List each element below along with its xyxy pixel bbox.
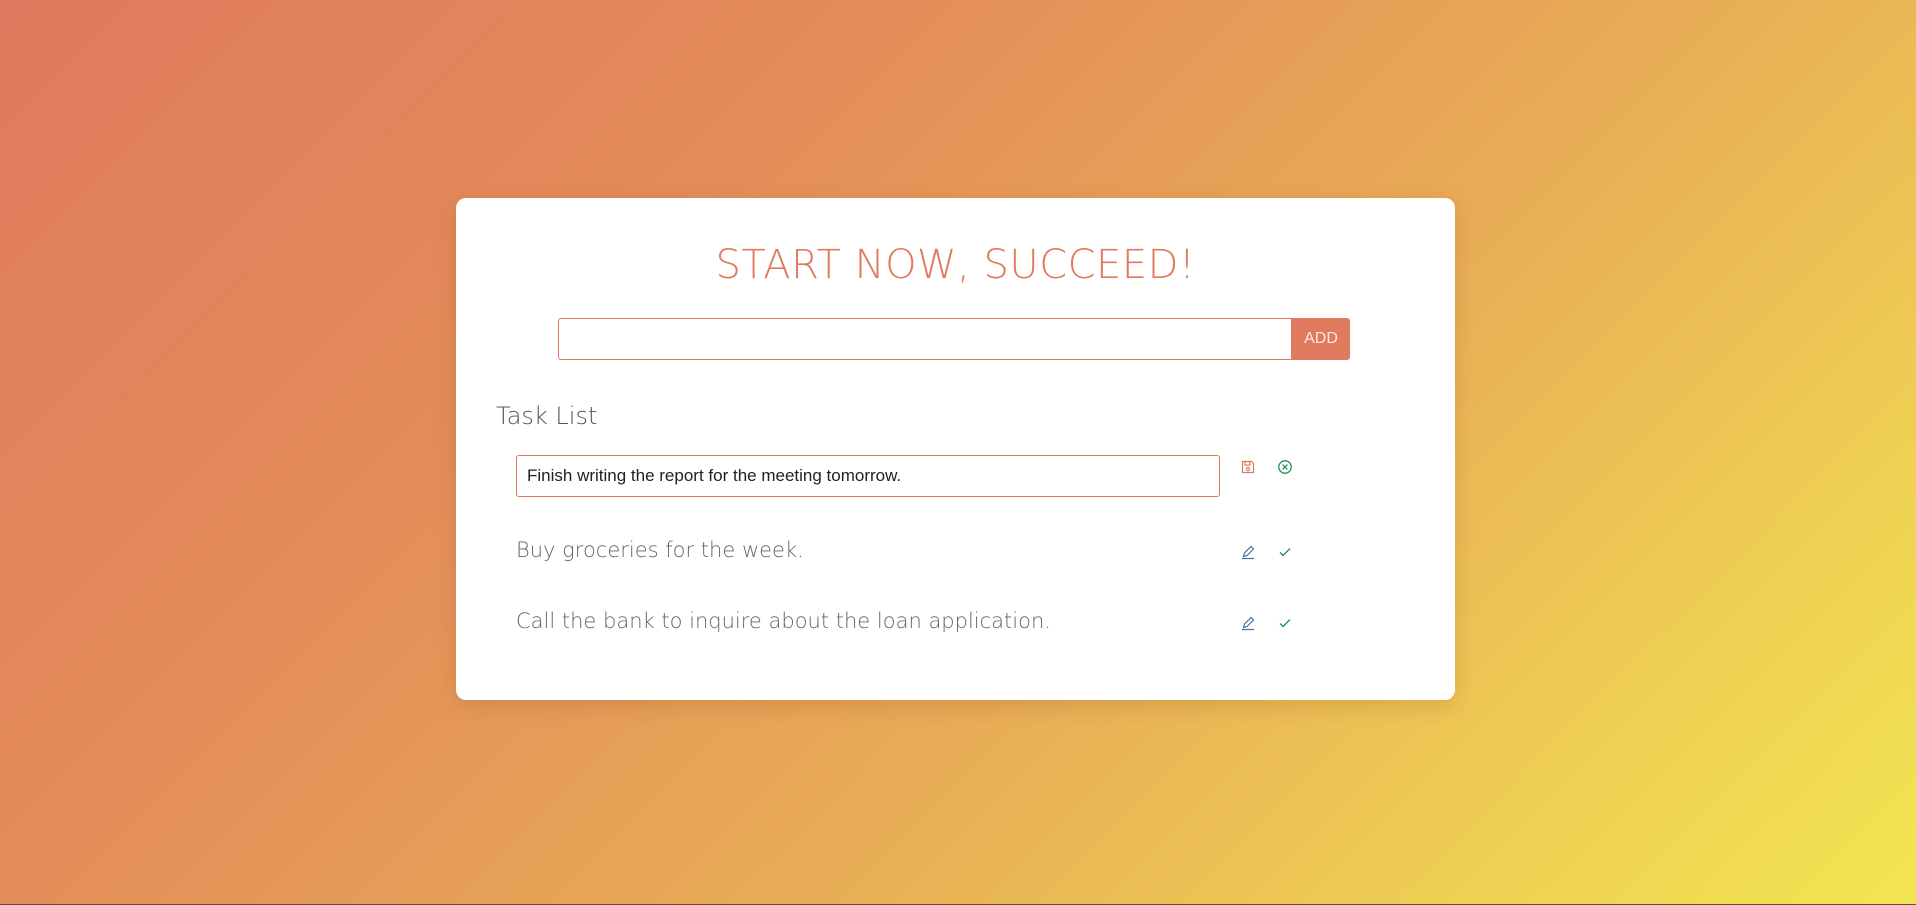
- save-icon[interactable]: [1237, 456, 1259, 478]
- task-edit-input[interactable]: [516, 455, 1220, 497]
- task-list-title: Task List: [496, 402, 598, 430]
- check-icon[interactable]: [1274, 612, 1296, 634]
- task-item: Call the bank to inquire about the loan …: [516, 601, 1296, 645]
- task-item: Buy groceries for the week.: [516, 530, 1296, 574]
- todo-card: START NOW, SUCCEED! ADD Task List Buy gr…: [456, 198, 1455, 700]
- new-task-input[interactable]: [558, 318, 1292, 360]
- check-icon[interactable]: [1274, 541, 1296, 563]
- cancel-icon[interactable]: [1274, 456, 1296, 478]
- page-title: START NOW, SUCCEED!: [715, 242, 1196, 288]
- edit-icon[interactable]: [1237, 612, 1259, 634]
- edit-icon[interactable]: [1237, 541, 1259, 563]
- task-text: Buy groceries for the week.: [516, 538, 804, 562]
- add-task-form: ADD: [558, 318, 1350, 360]
- task-item-editing: [516, 455, 1296, 499]
- task-text: Call the bank to inquire about the loan …: [516, 609, 1051, 633]
- add-button[interactable]: ADD: [1292, 318, 1350, 360]
